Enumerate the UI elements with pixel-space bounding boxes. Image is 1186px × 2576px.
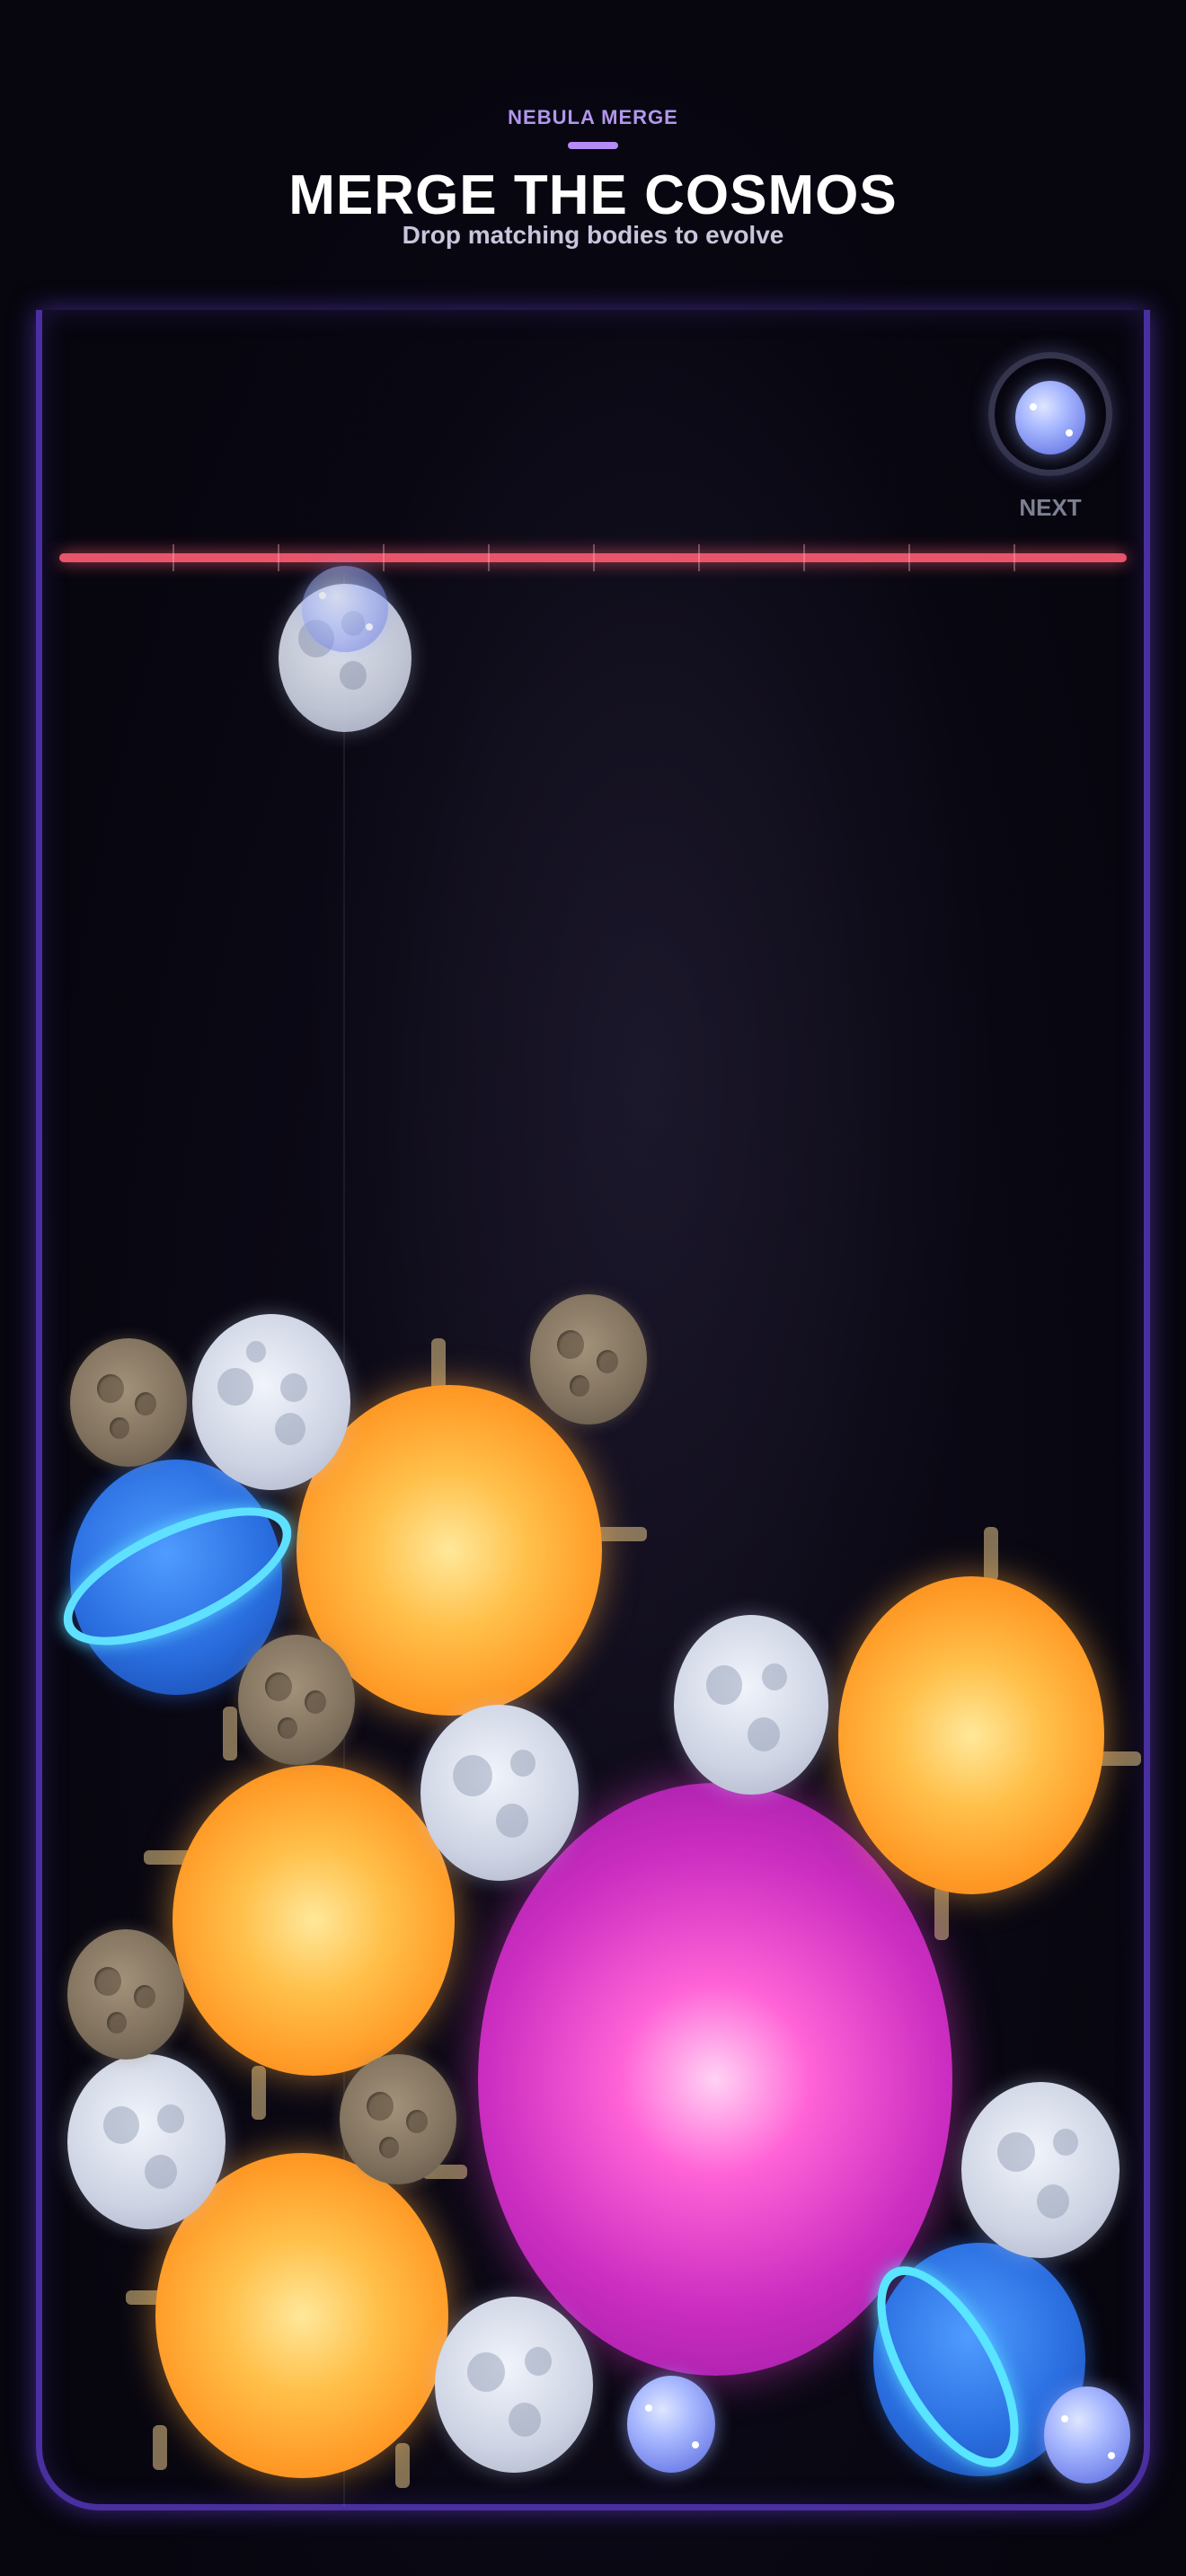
danger-line-tick <box>698 544 700 571</box>
danger-line-tick <box>593 544 595 571</box>
danger-line-tick <box>803 544 805 571</box>
danger-line-tick <box>173 544 174 571</box>
moon-body <box>67 2054 226 2229</box>
brand-underline <box>568 142 618 149</box>
danger-line-tick <box>1013 544 1015 571</box>
held-comet-glow <box>302 566 388 652</box>
asteroid-body <box>70 1338 187 1467</box>
sun-body <box>173 1765 455 2076</box>
sun-ray <box>223 1707 237 1760</box>
page-title: MERGE THE COSMOS <box>288 164 898 226</box>
moon-body <box>674 1615 828 1795</box>
header: NEBULA MERGE MERGE THE COSMOS Drop match… <box>0 0 1186 296</box>
danger-line-tick <box>488 544 490 571</box>
asteroid-body <box>67 1929 184 2060</box>
brand-label: NEBULA MERGE <box>508 106 678 128</box>
danger-line-tick <box>908 544 910 571</box>
game-screen: NEBULA MERGE MERGE THE COSMOS Drop match… <box>0 0 1186 2576</box>
danger-line-tick <box>383 544 385 571</box>
asteroid-body <box>238 1635 355 1765</box>
sun-ray <box>153 2425 167 2470</box>
sun-body <box>838 1576 1104 1894</box>
moon-body <box>435 2297 593 2473</box>
sun-ray <box>431 1338 446 1392</box>
sun-ray <box>934 1886 949 1940</box>
danger-line-tick <box>278 544 279 571</box>
sun-ray <box>252 2066 266 2120</box>
page-subtitle: Drop matching bodies to evolve <box>402 221 784 249</box>
comet-body <box>1044 2386 1130 2483</box>
moon-body <box>961 2082 1120 2258</box>
sun-ray <box>984 1527 998 1581</box>
next-comet <box>1015 381 1085 454</box>
asteroid-body <box>530 1294 647 1425</box>
sun-ray <box>395 2443 410 2488</box>
moon-body <box>420 1705 579 1881</box>
asteroid-body <box>340 2054 456 2184</box>
next-label: NEXT <box>1019 494 1082 521</box>
comet-body <box>627 2376 715 2473</box>
moon-body <box>192 1314 350 1490</box>
